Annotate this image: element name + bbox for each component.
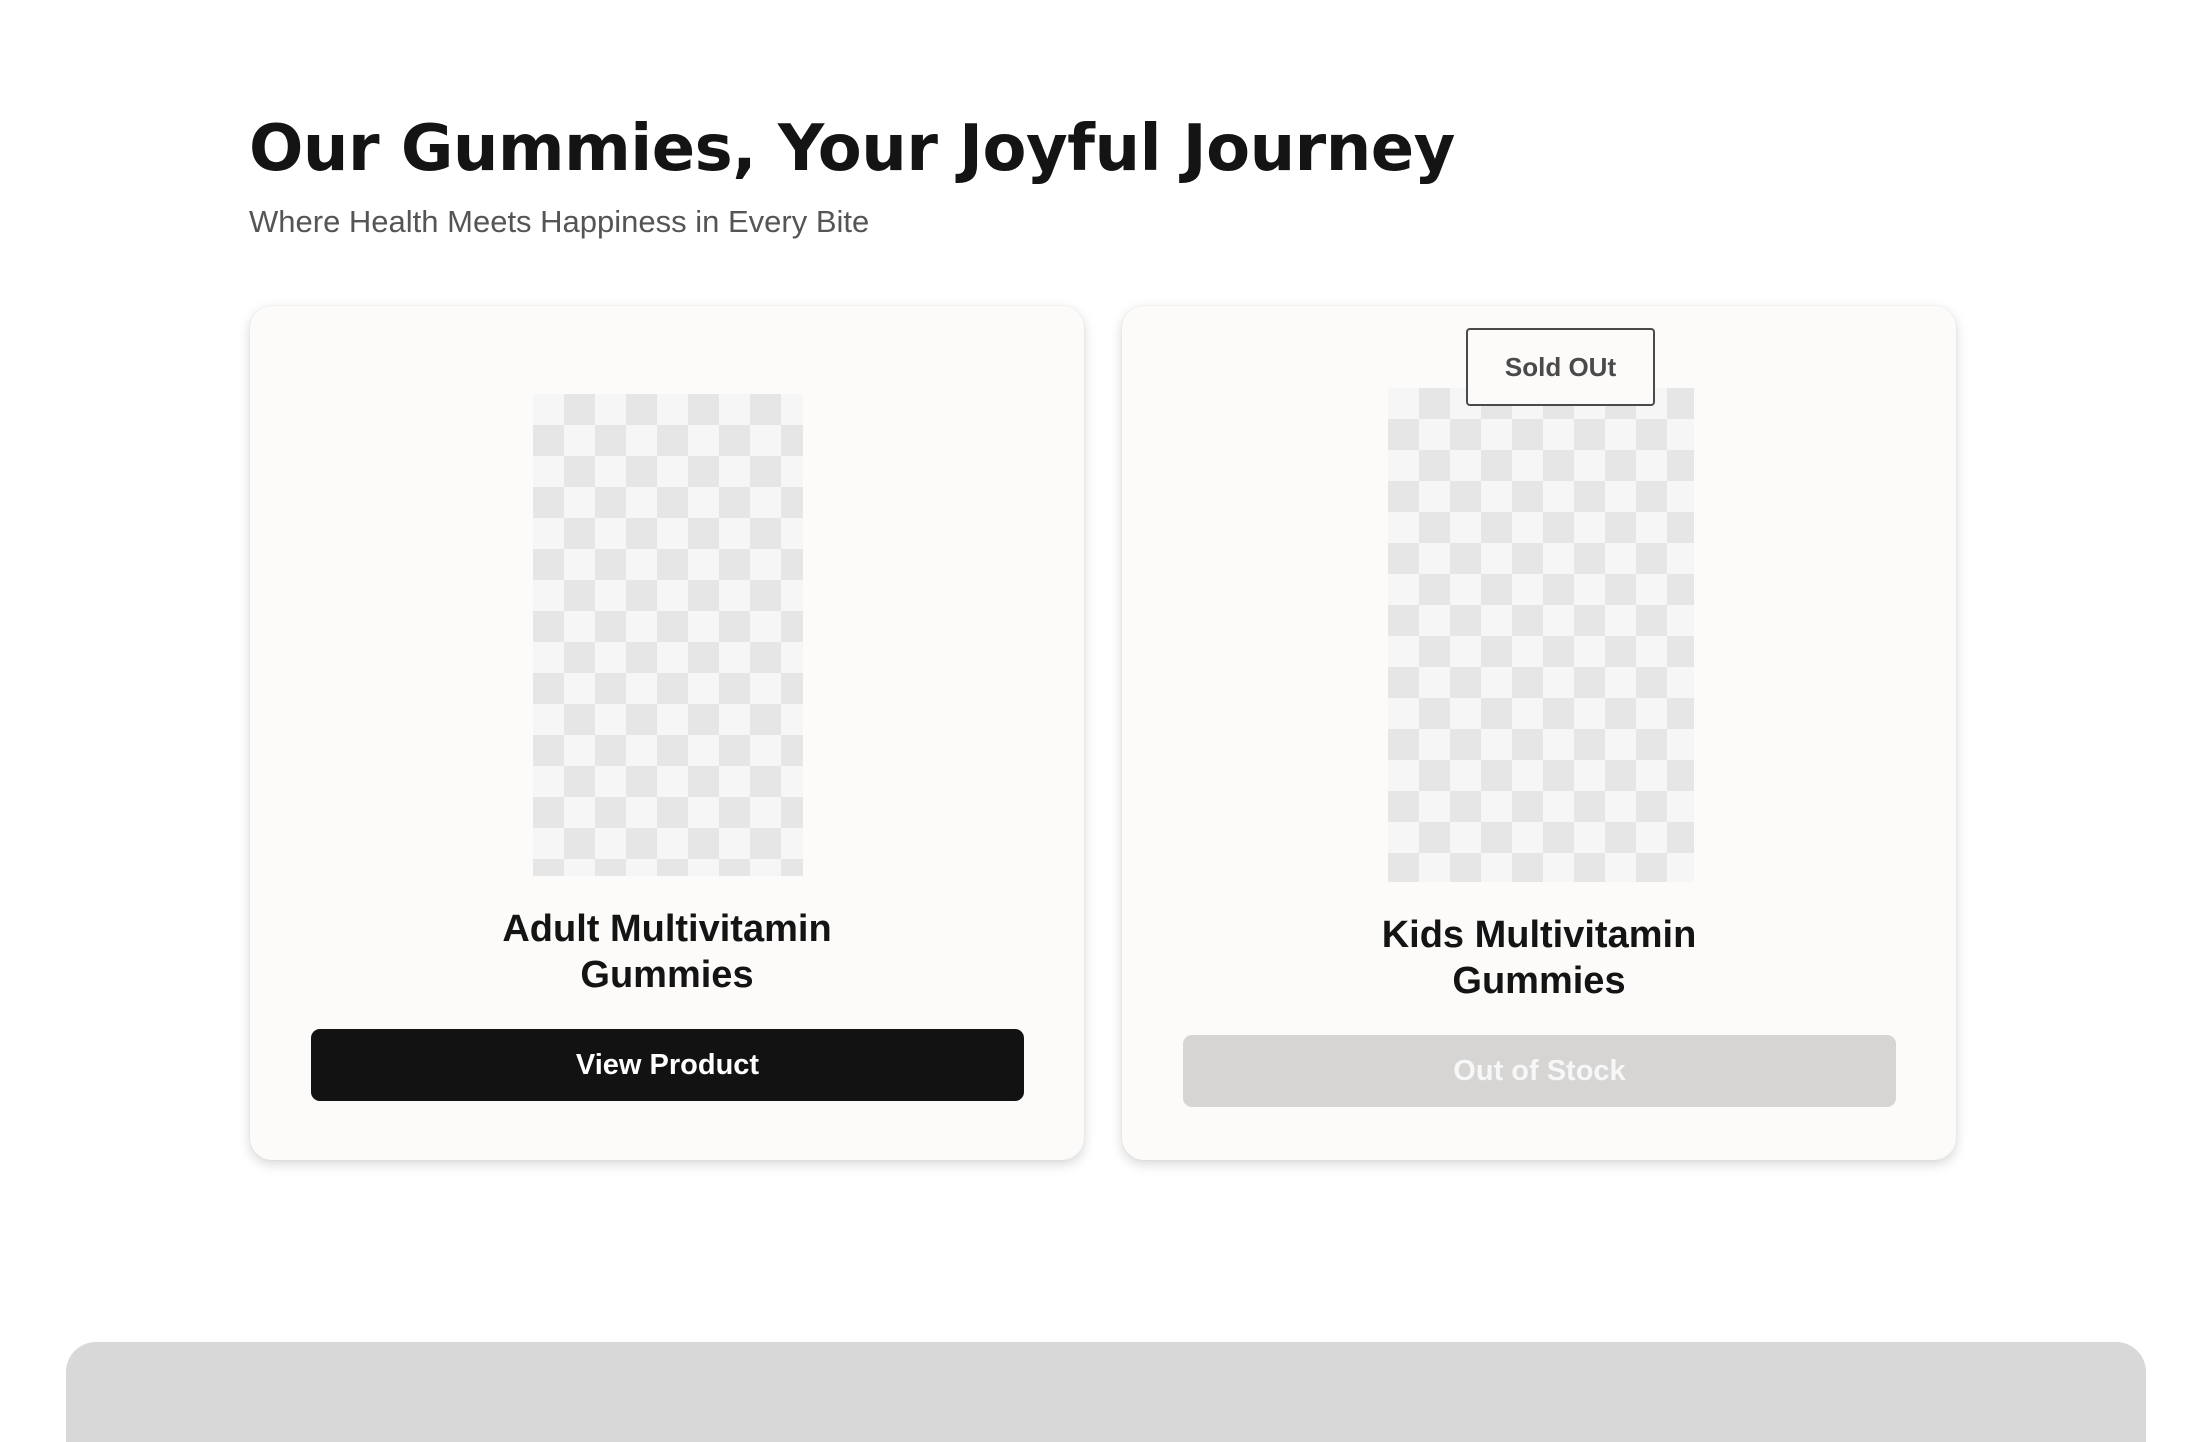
footer-band [66, 1342, 2146, 1442]
products-section: Our Gummies, Your Joyful Journey Where H… [0, 0, 2196, 1442]
product-name-line: Kids Multivitamin [1381, 914, 1697, 956]
product-card-adult: Adult Multivitamin Gummies View Product [250, 306, 1084, 1160]
product-image-placeholder [533, 394, 803, 876]
product-name: Kids Multivitamin Gummies [1122, 912, 1956, 1004]
product-name: Adult Multivitamin Gummies [250, 906, 1084, 998]
view-product-button[interactable]: View Product [311, 1029, 1024, 1101]
product-name-line: Gummies [1452, 960, 1626, 1002]
product-image-placeholder [1388, 388, 1694, 882]
section-subtitle: Where Health Meets Happiness in Every Bi… [249, 204, 870, 239]
section-title: Our Gummies, Your Joyful Journey [249, 112, 1455, 186]
sold-out-badge: Sold OUt [1466, 328, 1655, 406]
product-name-line: Adult Multivitamin [502, 908, 832, 950]
product-card-kids: Sold OUt Kids Multivitamin Gummies Out o… [1122, 306, 1956, 1160]
product-name-line: Gummies [580, 954, 754, 996]
out-of-stock-button: Out of Stock [1183, 1035, 1896, 1107]
